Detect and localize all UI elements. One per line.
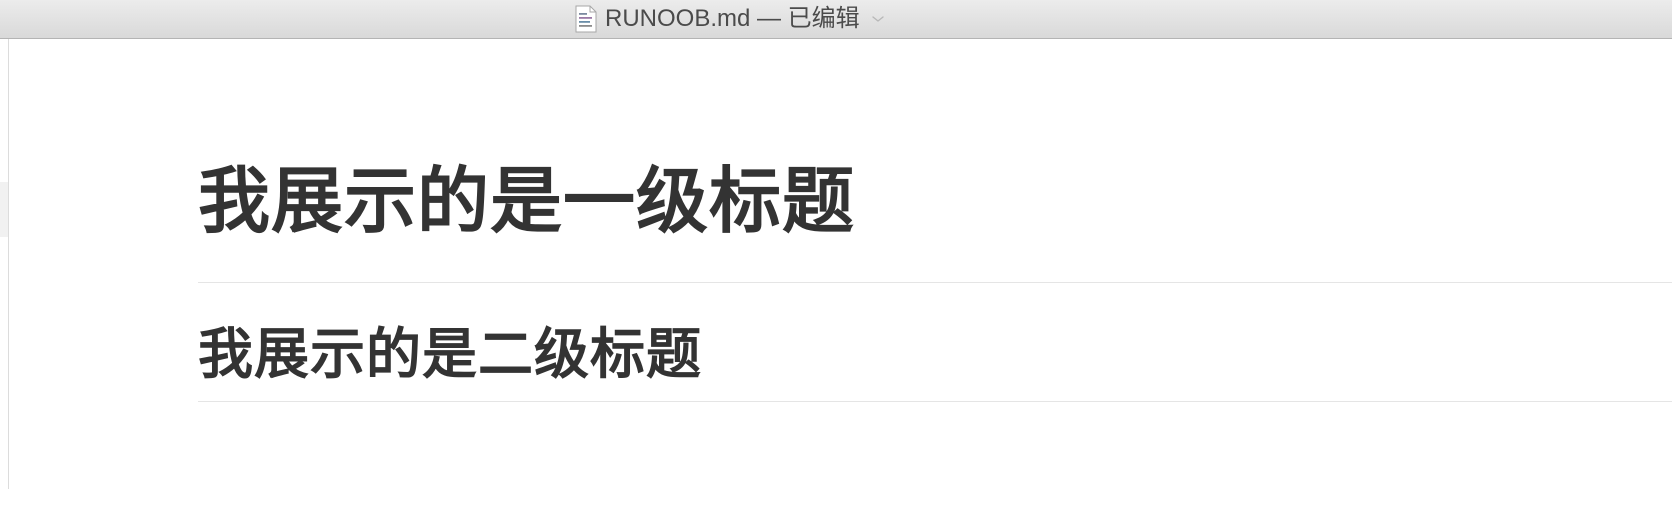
left-gutter-marker bbox=[0, 182, 8, 237]
window-titlebar: RUNOOB.md — 已编辑 bbox=[0, 0, 1672, 39]
document-icon bbox=[575, 5, 597, 33]
heading-level-2-text: 我展示的是二级标题 bbox=[198, 322, 703, 386]
heading-level-1-text: 我展示的是一级标题 bbox=[198, 159, 856, 243]
markdown-editor[interactable]: 我展示的是一级标题 我展示的是二级标题 bbox=[0, 39, 1672, 489]
heading-level-1[interactable]: 我展示的是一级标题 bbox=[198, 129, 1672, 283]
window-title: RUNOOB.md — 已编辑 bbox=[605, 5, 860, 32]
title-group[interactable]: RUNOOB.md — 已编辑 bbox=[575, 4, 886, 34]
bottom-window-edge bbox=[0, 489, 1672, 510]
left-gutter-divider bbox=[8, 39, 9, 489]
chevron-down-icon[interactable] bbox=[870, 14, 886, 24]
heading-level-2[interactable]: 我展示的是二级标题 bbox=[198, 283, 1672, 402]
